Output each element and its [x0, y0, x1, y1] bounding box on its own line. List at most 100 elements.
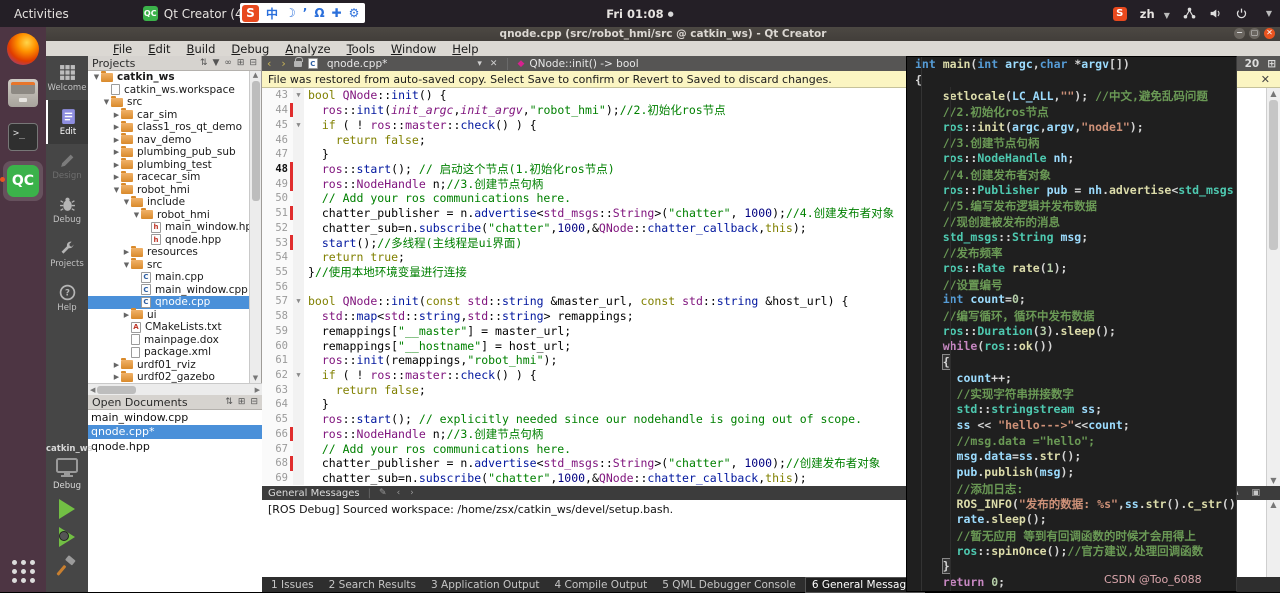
expand-arrow-icon[interactable]: ▼ — [122, 261, 131, 269]
code-preview-popup[interactable]: int main(int argc,char *argv[]){ setloca… — [906, 56, 1237, 592]
tree-item[interactable]: mainpage.dox — [88, 334, 250, 347]
close-infobar-icon[interactable]: ✕ — [1261, 73, 1274, 86]
expand-arrow-icon[interactable]: ▼ — [102, 98, 111, 106]
chevron-down-icon[interactable]: ▾ — [477, 59, 482, 69]
symbol-combobox[interactable]: ◆ QNode::init() -> bool — [507, 58, 638, 70]
mode-welcome[interactable]: Welcome — [46, 56, 88, 100]
mode-help[interactable]: ? Help — [46, 276, 88, 320]
system-tray[interactable]: S zh ▼ ▼ — [1113, 0, 1272, 27]
filter-icon[interactable]: ▼ — [212, 58, 219, 68]
output-pane-button[interactable]: 3 Application Output — [425, 578, 546, 592]
expand-arrow-icon[interactable]: ▶ — [112, 361, 121, 369]
menu-file[interactable]: File — [106, 42, 139, 56]
close-panel-icon[interactable]: ⊟ — [250, 397, 258, 407]
fold-marker-icon[interactable]: ▼ — [293, 88, 304, 103]
network-icon[interactable] — [1183, 7, 1196, 20]
tree-item[interactable]: package.xml — [88, 346, 250, 359]
sort-icon[interactable]: ⇅ — [225, 397, 233, 407]
output-pane-button[interactable]: 1 Issues — [265, 578, 320, 592]
menu-tools[interactable]: Tools — [340, 42, 382, 56]
tree-item[interactable]: ▶ racecar_sim — [88, 171, 250, 184]
back-icon[interactable]: ‹ — [262, 57, 276, 70]
previous-item-icon[interactable]: ‹ — [397, 488, 401, 498]
close-panel-icon[interactable]: ▣ — [1251, 488, 1260, 498]
tree-item[interactable]: ▶ class1_ros_qt_demo — [88, 121, 250, 134]
tree-item[interactable]: ▶ plumbing_pub_sub — [88, 146, 250, 159]
tree-item[interactable]: ▼ src — [88, 96, 250, 109]
link-icon[interactable]: ∞ — [224, 58, 232, 68]
build-button[interactable] — [56, 555, 78, 577]
dock-terminal[interactable]: >_ — [3, 117, 43, 157]
close-button[interactable]: ✕ — [1264, 28, 1275, 39]
mode-debug[interactable]: Debug — [46, 188, 88, 232]
expand-arrow-icon[interactable]: ▼ — [112, 186, 121, 194]
menu-help[interactable]: Help — [445, 42, 485, 56]
tree-item[interactable]: hmain_window.hpp — [88, 221, 250, 234]
power-icon[interactable] — [1235, 7, 1248, 20]
tree-item[interactable]: ▶ car_sim — [88, 109, 250, 122]
clear-icon[interactable]: ✎ — [379, 488, 387, 498]
editor-vertical-scrollbar[interactable]: ▲▼ — [1266, 88, 1280, 486]
show-applications-button[interactable] — [0, 552, 46, 590]
mode-projects[interactable]: Projects — [46, 232, 88, 276]
tree-item[interactable]: ▶ ui — [88, 309, 250, 322]
open-doc-item[interactable]: main_window.cpp — [88, 410, 262, 425]
tree-item[interactable]: ▼ robot_hmi — [88, 184, 250, 197]
output-pane-button[interactable]: 5 QML Debugger Console — [656, 578, 802, 592]
clock[interactable]: Fri 01:08● — [0, 7, 1280, 21]
split-editor-icon[interactable]: ⊞ — [1267, 58, 1276, 70]
expand-arrow-icon[interactable]: ▶ — [112, 173, 121, 181]
run-button[interactable] — [59, 499, 75, 519]
tree-item[interactable]: Cqnode.cpp — [88, 296, 250, 309]
messages-vertical-scrollbar[interactable]: ▲ — [1266, 500, 1280, 577]
fold-marker-icon[interactable]: ▼ — [293, 368, 304, 383]
menu-edit[interactable]: Edit — [141, 42, 177, 56]
menu-build[interactable]: Build — [180, 42, 223, 56]
minimize-button[interactable]: − — [1234, 28, 1245, 39]
kit-monitor-icon[interactable] — [55, 458, 79, 478]
sync-icon[interactable]: ⇅ — [200, 58, 208, 68]
split-icon[interactable]: ⊞ — [237, 58, 245, 68]
tree-item[interactable]: ▼ include — [88, 196, 250, 209]
split-icon[interactable]: ⊞ — [238, 397, 246, 407]
expand-arrow-icon[interactable]: ▶ — [112, 111, 121, 119]
tree-item[interactable]: ▶ plumbing_test — [88, 159, 250, 172]
forward-icon[interactable]: › — [276, 57, 290, 70]
kit-selector[interactable]: catkin_ws Debug — [46, 444, 88, 580]
fold-marker-icon[interactable]: ▼ — [293, 294, 304, 309]
dock-firefox[interactable] — [3, 29, 43, 69]
tree-item[interactable]: ▼ robot_hmi — [88, 209, 250, 222]
close-panel-icon[interactable]: ⊟ — [249, 58, 257, 68]
expand-arrow-icon[interactable]: ▶ — [122, 311, 131, 319]
mode-design[interactable]: Design — [46, 144, 88, 188]
tree-item[interactable]: Cmain.cpp — [88, 271, 250, 284]
next-item-icon[interactable]: › — [410, 488, 414, 498]
tree-horizontal-scrollbar[interactable]: ◀▶ — [88, 383, 262, 395]
expand-arrow-icon[interactable]: ▼ — [92, 73, 101, 81]
expand-arrow-icon[interactable]: ▶ — [112, 161, 121, 169]
chevron-down-icon[interactable]: ▼ — [1266, 9, 1272, 18]
expand-arrow-icon[interactable]: ▼ — [132, 211, 141, 219]
tree-item[interactable]: ACMakeLists.txt — [88, 321, 250, 334]
expand-arrow-icon[interactable]: ▶ — [112, 148, 121, 156]
tree-item[interactable]: Cmain_window.cpp — [88, 284, 250, 297]
open-doc-item[interactable]: qnode.hpp — [88, 439, 262, 454]
volume-icon[interactable] — [1209, 7, 1222, 20]
close-document-icon[interactable]: ✕ — [490, 59, 498, 69]
expand-arrow-icon[interactable]: ▶ — [112, 123, 121, 131]
dock-qt-creator[interactable]: QC — [3, 161, 43, 201]
expand-arrow-icon[interactable]: ▶ — [112, 136, 121, 144]
tree-item[interactable]: ▶ urdf01_rviz — [88, 359, 250, 372]
tab-filename[interactable]: qnode.cpp* — [327, 58, 388, 70]
language-indicator[interactable]: zh ▼ — [1140, 7, 1170, 21]
sogou-icon[interactable]: S — [1113, 7, 1127, 21]
tree-item[interactable]: ▼ src — [88, 259, 250, 272]
output-pane-button[interactable]: 4 Compile Output — [549, 578, 654, 592]
tree-item[interactable]: ▼ catkin_ws — [88, 71, 250, 84]
fold-marker-icon[interactable]: ▼ — [293, 117, 304, 132]
tree-item[interactable]: ▶ urdf02_gazebo — [88, 371, 250, 383]
tree-item[interactable]: ▶ nav_demo — [88, 134, 250, 147]
output-pane-button[interactable]: 2 Search Results — [323, 578, 422, 592]
menu-debug[interactable]: Debug — [224, 42, 276, 56]
expand-arrow-icon[interactable]: ▶ — [122, 248, 131, 256]
